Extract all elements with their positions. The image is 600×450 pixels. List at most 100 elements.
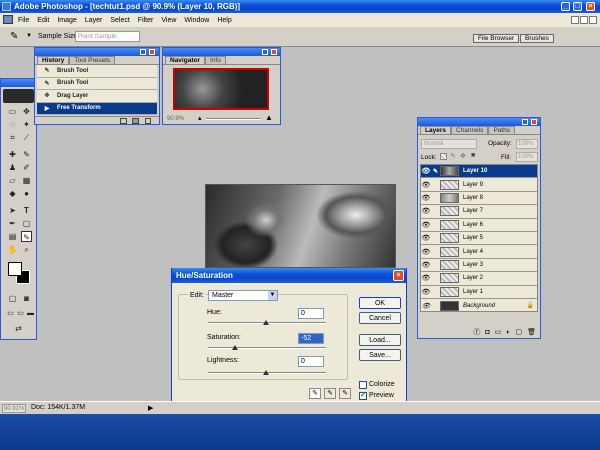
edit-select[interactable]: Master ▼ <box>208 290 278 301</box>
history-item[interactable]: ✥ Drag Layer <box>37 90 157 103</box>
lock-position-icon[interactable]: ✥ <box>460 152 466 160</box>
lasso-tool-icon[interactable]: ◌ <box>7 119 18 130</box>
minimize-button[interactable]: _ <box>561 2 570 11</box>
saturation-field[interactable]: -52 <box>298 333 324 344</box>
navigator-thumbnail[interactable] <box>173 68 269 110</box>
visibility-eye-icon[interactable]: 👁 <box>421 181 431 189</box>
history-close-button[interactable] <box>149 49 155 55</box>
hue-slider-thumb[interactable] <box>263 320 269 325</box>
tab-layers[interactable]: Layers <box>420 126 451 134</box>
hand-tool-icon[interactable]: ✋ <box>7 244 18 255</box>
saturation-slider[interactable] <box>208 347 326 349</box>
doc-restore-button[interactable] <box>580 16 588 24</box>
magic-wand-tool-icon[interactable]: ✦ <box>21 119 32 130</box>
lightness-slider-thumb[interactable] <box>263 370 269 375</box>
visibility-eye-icon[interactable]: 👁 <box>421 261 431 269</box>
layer-style-icon[interactable]: ⓕ <box>473 327 480 337</box>
colorize-checkbox[interactable] <box>359 381 367 389</box>
tab-history[interactable]: History <box>37 56 70 64</box>
lock-transparency-icon[interactable] <box>440 153 447 160</box>
crop-tool-icon[interactable]: ⌗ <box>7 132 18 143</box>
tab-tool-presets[interactable]: Tool Presets <box>69 56 116 64</box>
full-screen-mode-icon[interactable]: ▬ <box>25 308 36 319</box>
dodge-tool-icon[interactable]: ● <box>21 188 32 199</box>
dialog-close-button[interactable]: × <box>393 270 404 281</box>
layer-row[interactable]: 👁 Layer 9 <box>421 178 537 192</box>
status-menu-arrow-icon[interactable]: ▶ <box>148 404 153 412</box>
navigator-zoom-slider[interactable] <box>206 118 261 120</box>
new-document-icon[interactable] <box>120 118 127 124</box>
close-button[interactable]: × <box>586 2 595 11</box>
opacity-field[interactable]: 100% <box>516 139 538 149</box>
notes-tool-icon[interactable]: ▤ <box>7 231 18 242</box>
shape-tool-icon[interactable]: ▢ <box>21 218 32 229</box>
history-minimize-button[interactable] <box>140 49 146 55</box>
maximize-button[interactable]: □ <box>573 2 582 11</box>
history-item[interactable]: ✎ Brush Tool <box>37 65 157 78</box>
healing-brush-tool-icon[interactable]: ✚ <box>7 149 18 160</box>
new-layer-icon[interactable]: ▢ <box>515 328 522 336</box>
layer-set-icon[interactable]: ▭ <box>495 328 502 336</box>
visibility-eye-icon[interactable]: 👁 <box>421 234 431 242</box>
fill-field[interactable]: 100% <box>516 152 538 162</box>
history-item-selected[interactable]: ▶ Free Transform <box>37 102 157 115</box>
load-button[interactable]: Load... <box>359 334 401 346</box>
lightness-field[interactable]: 0 <box>298 356 324 367</box>
visibility-eye-icon[interactable]: 👁 <box>421 194 431 202</box>
layer-row[interactable]: 👁 Layer 2 <box>421 272 537 286</box>
jump-to-imageready-icon[interactable]: ⇄ <box>13 323 24 334</box>
tab-paths[interactable]: Paths <box>488 126 516 134</box>
zoom-tool-icon[interactable]: ⌕ <box>21 244 32 255</box>
file-browser-button[interactable]: File Browser <box>473 34 520 43</box>
tab-navigator[interactable]: Navigator <box>165 56 205 64</box>
menu-filter[interactable]: Filter <box>138 17 154 24</box>
visibility-eye-icon[interactable]: 👁 <box>421 248 431 256</box>
photoshop-eye-logo[interactable] <box>3 89 34 103</box>
standard-mode-icon[interactable]: ▢ <box>7 293 18 304</box>
visibility-eye-icon[interactable]: 👁 <box>421 221 431 229</box>
menu-window[interactable]: Window <box>184 17 209 24</box>
cancel-button[interactable]: Cancel <box>359 312 401 324</box>
saturation-slider-thumb[interactable] <box>232 345 238 350</box>
foreground-color-swatch[interactable] <box>8 262 22 276</box>
trash-icon[interactable]: 🗑 <box>527 328 536 336</box>
eyedropper-icon[interactable]: ✎ <box>309 388 321 399</box>
history-brush-tool-icon[interactable]: ✐ <box>21 162 32 173</box>
clone-stamp-tool-icon[interactable]: ♟ <box>7 162 18 173</box>
eyedropper-icon[interactable]: ✎ <box>10 31 18 42</box>
menu-view[interactable]: View <box>161 17 176 24</box>
slice-tool-icon[interactable]: ⟋ <box>21 132 32 143</box>
sample-size-select[interactable]: Point Sample <box>75 31 140 42</box>
blur-tool-icon[interactable]: ◆ <box>7 188 18 199</box>
menu-image[interactable]: Image <box>57 17 76 24</box>
menu-help[interactable]: Help <box>217 17 231 24</box>
menu-select[interactable]: Select <box>110 17 129 24</box>
path-selection-tool-icon[interactable]: ➤ <box>7 205 18 216</box>
layer-row[interactable]: 👁 Layer 7 <box>421 205 537 219</box>
hue-field[interactable]: 0 <box>298 308 324 319</box>
zoom-in-icon[interactable]: ▲ <box>265 113 273 122</box>
eyedropper-tool-icon[interactable]: ✎ <box>21 231 32 242</box>
gradient-tool-icon[interactable]: ▦ <box>21 175 32 186</box>
layer-row[interactable]: 👁 Layer 8 <box>421 192 537 206</box>
pen-tool-icon[interactable]: ✒ <box>7 218 18 229</box>
layer-mask-icon[interactable]: ◘ <box>485 329 489 336</box>
blend-mode-select[interactable]: Normal <box>421 139 477 149</box>
menu-edit[interactable]: Edit <box>37 17 49 24</box>
layer-row[interactable]: 👁 Layer 4 <box>421 245 537 259</box>
layer-row[interactable]: 👁 Layer 6 <box>421 219 537 232</box>
layer-row-background[interactable]: 👁 Background 🔒 <box>421 299 537 312</box>
visibility-eye-icon[interactable]: 👁 <box>421 302 431 310</box>
history-item[interactable]: ✎ Brush Tool <box>37 78 157 90</box>
quick-mask-mode-icon[interactable]: ◙ <box>21 293 32 304</box>
layers-close-button[interactable] <box>531 119 537 125</box>
tool-preset-arrow-icon[interactable]: ▼ <box>26 33 32 39</box>
layer-row[interactable]: 👁 Layer 5 <box>421 232 537 246</box>
document-icon[interactable] <box>3 15 13 24</box>
navigator-minimize-button[interactable] <box>262 49 268 55</box>
zoom-out-icon[interactable]: ▴ <box>198 114 202 122</box>
eyedropper-plus-icon[interactable]: ✎ <box>324 388 336 399</box>
visibility-eye-icon[interactable]: 👁 <box>421 274 431 282</box>
chevron-down-icon[interactable]: ▼ <box>268 291 277 300</box>
preview-checkbox[interactable]: ✔ <box>359 392 367 400</box>
